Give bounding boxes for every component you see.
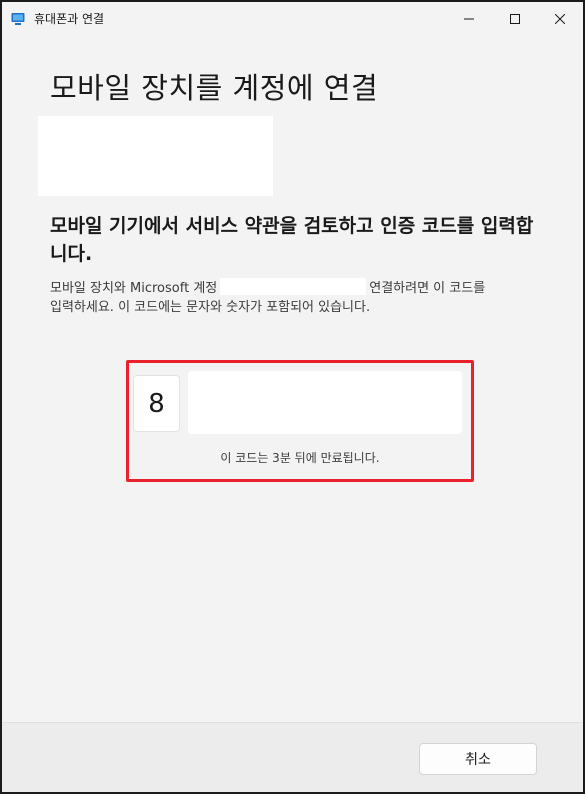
minimize-icon [464,9,474,28]
description: 모바일 장치와 Microsoft 계정 연결하려면 이 코드를 입력하세요. 이… [50,278,550,318]
title-bar: 휴대폰과 연결 [2,2,583,34]
minimize-button[interactable] [446,2,492,34]
instruction-heading: 모바일 기기에서 서비스 약관을 검토하고 인증 코드를 입력합니다. [50,215,534,265]
window-title: 휴대폰과 연결 [34,12,105,26]
code-highlight: 8 이 코드는 3분 뒤에 만료됩니다. [126,360,474,482]
close-icon [554,9,566,28]
close-button[interactable] [537,2,583,34]
description-text-b: 연결하려면 이 코드를 [369,281,486,296]
phone-link-app-icon [11,11,25,25]
description-text-line2: 입력하세요. 이 코드에는 문자와 숫자가 포함되어 있습니다. [50,300,371,315]
code-expire-text: 이 코드는 3분 뒤에 만료됩니다. [220,451,380,465]
description-text-a: 모바일 장치와 Microsoft 계정 [50,281,218,296]
code-char-box: 8 [133,375,180,432]
footer: 취소 [2,722,583,792]
app-window: 휴대폰과 연결 모바일 장치를 계정에 연결 모바일 기기에서 서비스 약관을 … [0,0,585,794]
redacted-account [220,278,367,295]
redacted-code [188,371,462,434]
maximize-icon [510,9,520,28]
redacted-area [38,116,273,196]
maximize-button[interactable] [492,2,538,34]
cancel-button[interactable]: 취소 [419,743,537,775]
page-title: 모바일 장치를 계정에 연결 [50,71,379,105]
